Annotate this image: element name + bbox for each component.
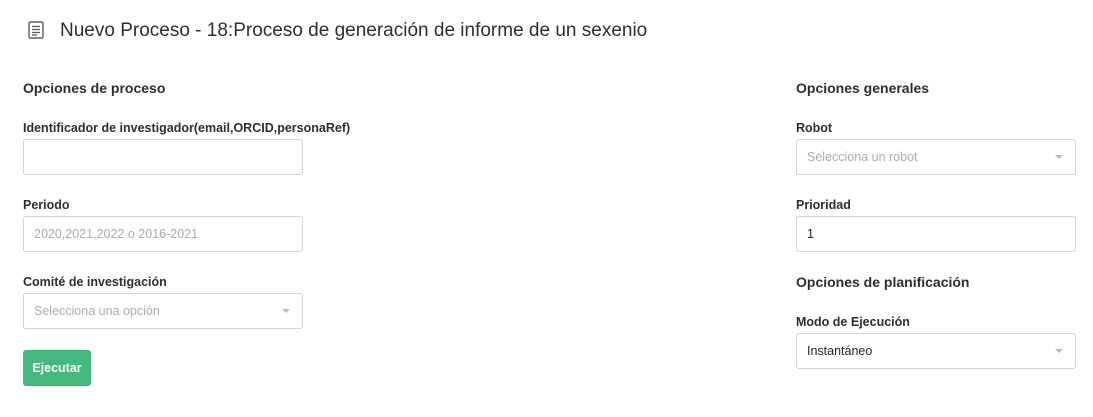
researcher-id-input[interactable] xyxy=(34,140,292,174)
execution-mode-label: Modo de Ejecución xyxy=(796,315,910,329)
process-options-title: Opciones de proceso xyxy=(23,80,166,96)
chevron-down-icon xyxy=(1055,155,1063,159)
page-title: Nuevo Proceso - 18:Proceso de generación… xyxy=(60,20,648,41)
chevron-down-icon xyxy=(1055,349,1063,353)
priority-label: Prioridad xyxy=(796,198,851,212)
priority-field[interactable] xyxy=(796,216,1076,252)
execute-button[interactable]: Ejecutar xyxy=(23,350,91,386)
robot-select-placeholder: Selecciona un robot xyxy=(807,150,918,164)
robot-label: Robot xyxy=(796,121,833,135)
robot-select[interactable]: Selecciona un robot xyxy=(796,139,1076,175)
researcher-id-field[interactable] xyxy=(23,139,303,175)
document-icon xyxy=(28,21,46,41)
execution-mode-select[interactable]: Instantáneo xyxy=(796,333,1076,369)
planning-options-title: Opciones de planificación xyxy=(796,274,970,290)
page-header: Nuevo Proceso - 18:Proceso de generación… xyxy=(28,16,647,46)
execution-mode-value: Instantáneo xyxy=(807,344,873,358)
committee-select-placeholder: Selecciona una opción xyxy=(34,304,160,318)
priority-input[interactable] xyxy=(807,217,1065,251)
period-label: Periodo xyxy=(23,198,70,212)
period-field[interactable] xyxy=(23,216,303,252)
researcher-id-label: Identificador de investigador(email,ORCI… xyxy=(23,121,351,135)
committee-select[interactable]: Selecciona una opción xyxy=(23,293,303,329)
chevron-down-icon xyxy=(282,309,290,313)
committee-label: Comité de investigación xyxy=(23,275,167,289)
period-input[interactable] xyxy=(34,217,292,251)
new-process-page: Nuevo Proceso - 18:Proceso de generación… xyxy=(0,0,1093,417)
general-options-title: Opciones generales xyxy=(796,80,930,96)
